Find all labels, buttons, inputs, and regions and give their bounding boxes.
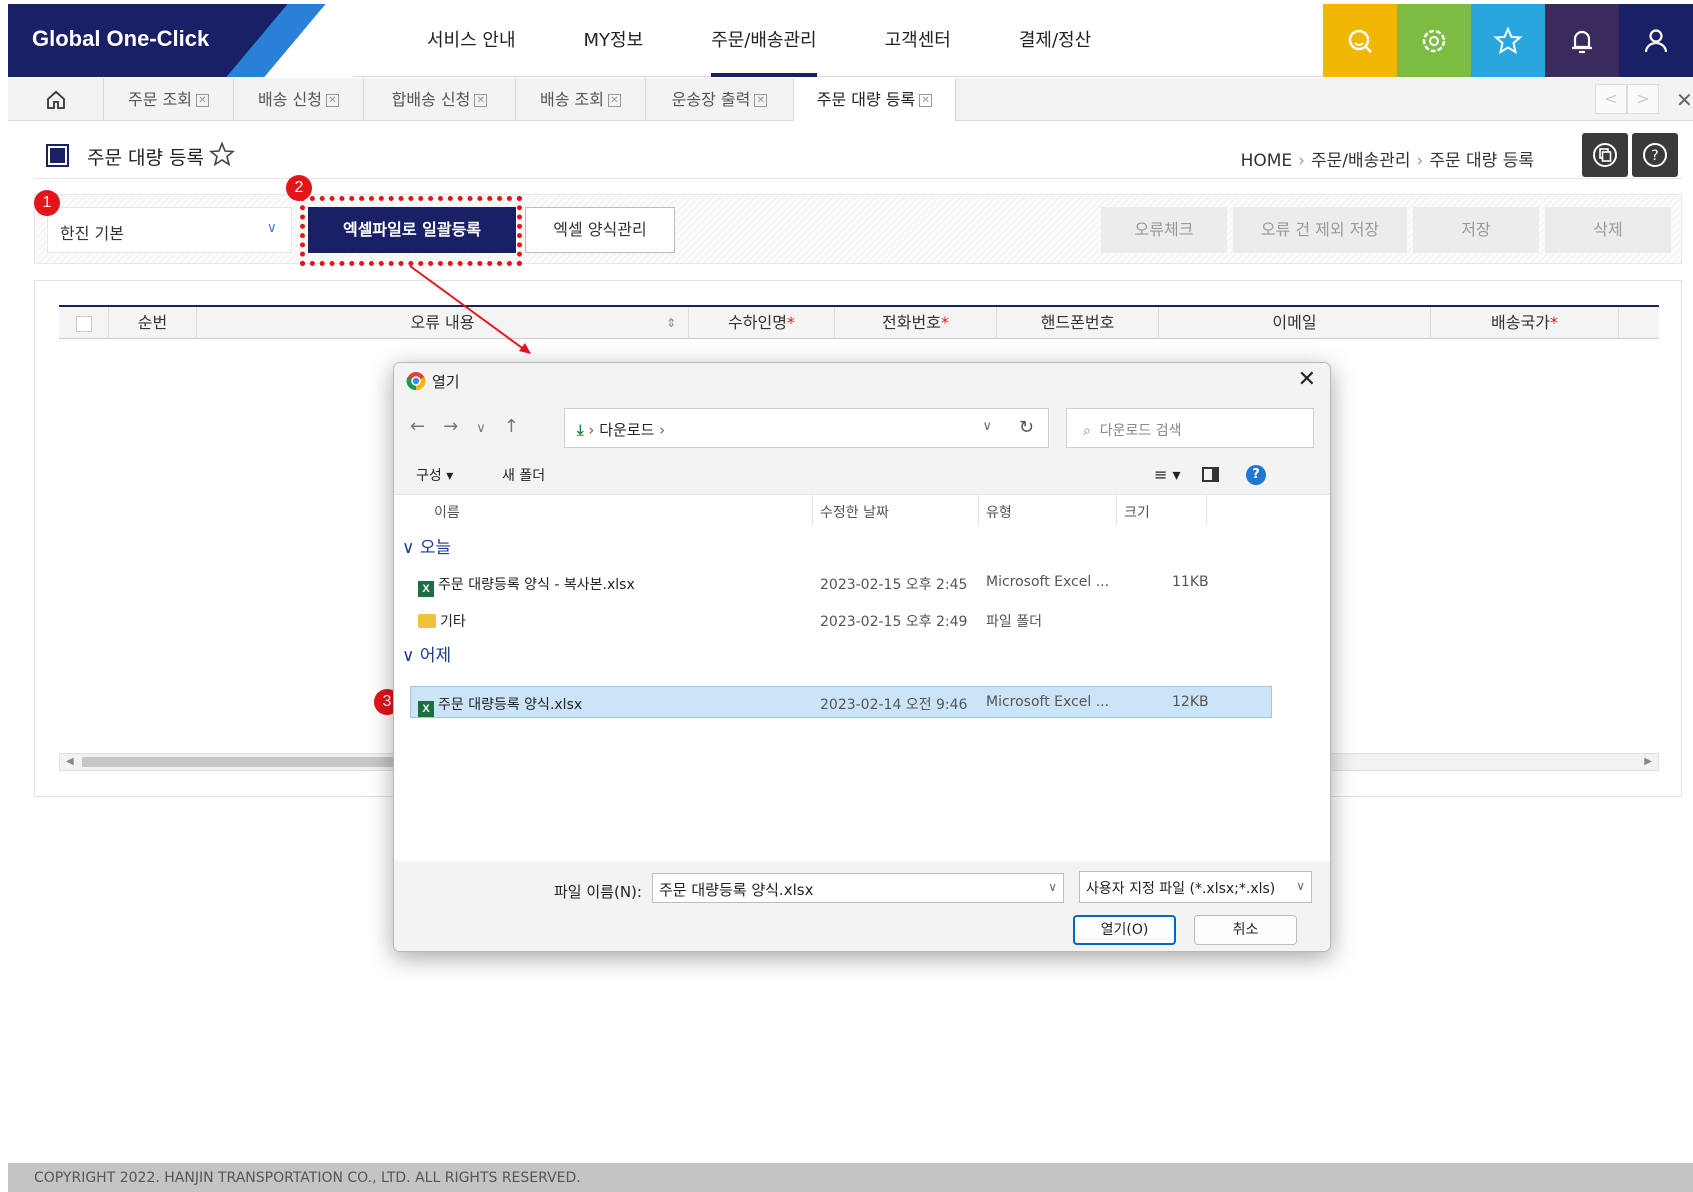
address-bar: ← → ∨ ↑ ⤓ › 다운로드 › ∨ ↻ ⌕ 다운로드 검색 — [394, 399, 1330, 455]
up-arrow-icon[interactable]: ↑ — [504, 416, 519, 437]
dialog-footer: 파일 이름(N): 주문 대량등록 양식.xlsx ∨ 사용자 지정 파일 (*… — [394, 861, 1330, 951]
search-placeholder: 다운로드 검색 — [1099, 423, 1182, 439]
filename-label: 파일 이름(N): — [554, 883, 642, 901]
file-date: 2023-02-15 오후 2:45 — [820, 577, 968, 593]
file-name: 기타 — [440, 614, 466, 630]
filename-value: 주문 대량등록 양식.xlsx — [659, 881, 814, 899]
step-badge-2: 2 — [286, 175, 312, 201]
excel-icon: X — [418, 701, 434, 717]
preview-pane-icon[interactable] — [1202, 467, 1219, 482]
group-label: 어제 — [419, 646, 452, 666]
chevron-down-icon[interactable]: ∨ — [982, 419, 992, 434]
chevron-down-icon[interactable]: ∨ — [1048, 880, 1057, 894]
group-header-yesterday[interactable]: ∨ 어제 — [402, 641, 451, 666]
recent-chevron-icon[interactable]: ∨ — [476, 421, 486, 436]
file-row[interactable]: X 주문 대량등록 양식 - 복사본.xlsx 2023-02-15 오후 2:4… — [410, 567, 1272, 599]
folder-icon — [418, 614, 436, 628]
filetype-select[interactable]: 사용자 지정 파일 (*.xlsx;*.xls) ∨ — [1079, 871, 1312, 903]
organize-menu[interactable]: 구성 ▾ — [416, 465, 453, 485]
file-open-dialog: 열기 ✕ ← → ∨ ↑ ⤓ › 다운로드 › ∨ ↻ ⌕ 다운로드 검색 구성 ▾ … — [393, 362, 1331, 952]
forward-arrow-icon[interactable]: → — [443, 416, 458, 437]
file-size: 11KB — [1172, 574, 1209, 590]
col-separator — [1116, 495, 1117, 525]
col-separator — [978, 495, 979, 525]
back-arrow-icon[interactable]: ← — [410, 416, 425, 437]
col-modified[interactable]: 수정한 날짜 — [820, 502, 889, 522]
file-type: Microsoft Excel ... — [986, 694, 1110, 710]
file-date: 2023-02-15 오후 2:49 — [820, 614, 968, 630]
new-folder-button[interactable]: 새 폴더 — [502, 465, 545, 485]
path-segment[interactable]: 다운로드 — [599, 421, 654, 439]
group-label: 오늘 — [419, 538, 452, 558]
download-icon: ⤓ — [577, 421, 584, 439]
view-menu-icon[interactable]: ≡ ▾ — [1154, 465, 1181, 484]
dialog-title-bar: 열기 ✕ — [394, 363, 1330, 399]
file-name: 주문 대량등록 양식 - 복사본.xlsx — [438, 577, 635, 593]
file-size: 12KB — [1172, 694, 1209, 710]
nav-arrows: ← → ∨ ↑ — [410, 416, 537, 437]
cancel-button[interactable]: 취소 — [1194, 915, 1297, 945]
file-row[interactable]: 기타 2023-02-15 오후 2:49 파일 폴더 — [410, 604, 1272, 636]
open-button[interactable]: 열기(O) — [1073, 915, 1176, 945]
file-list-header: 이름 수정한 날짜 유형 크기 — [394, 495, 1330, 525]
chrome-icon — [406, 372, 426, 391]
col-type[interactable]: 유형 — [986, 502, 1012, 522]
help-icon[interactable]: ? — [1246, 465, 1266, 485]
path-box[interactable]: ⤓ › 다운로드 › ∨ ↻ — [564, 408, 1049, 448]
search-icon: ⌕ — [1083, 423, 1091, 439]
chevron-down-icon: ∨ — [402, 646, 415, 666]
file-type: 파일 폴더 — [986, 614, 1042, 630]
col-separator — [812, 495, 813, 525]
dialog-command-bar: 구성 ▾ 새 폴더 ≡ ▾ ? — [394, 455, 1330, 495]
step-badge-1: 1 — [34, 190, 60, 216]
filetype-value: 사용자 지정 파일 (*.xlsx;*.xls) — [1086, 881, 1276, 897]
col-size[interactable]: 크기 — [1124, 502, 1150, 522]
excel-icon: X — [418, 581, 434, 597]
file-type: Microsoft Excel ... — [986, 574, 1110, 590]
search-box[interactable]: ⌕ 다운로드 검색 — [1066, 408, 1314, 448]
chevron-down-icon: ∨ — [402, 538, 415, 558]
dialog-title: 열기 — [432, 373, 460, 391]
col-name[interactable]: 이름 — [434, 502, 460, 522]
filename-input[interactable]: 주문 대량등록 양식.xlsx ∨ — [652, 873, 1064, 903]
close-icon[interactable]: ✕ — [1298, 367, 1316, 392]
file-date: 2023-02-14 오전 9:46 — [820, 697, 968, 713]
group-header-today[interactable]: ∨ 오늘 — [402, 533, 451, 558]
refresh-icon[interactable]: ↻ — [1019, 417, 1034, 438]
file-name: 주문 대량등록 양식.xlsx — [438, 697, 583, 713]
col-separator — [1206, 495, 1207, 525]
file-row-selected[interactable]: X 주문 대량등록 양식.xlsx 2023-02-14 오전 9:46 Micr… — [410, 686, 1272, 718]
chevron-down-icon: ∨ — [1296, 879, 1305, 893]
